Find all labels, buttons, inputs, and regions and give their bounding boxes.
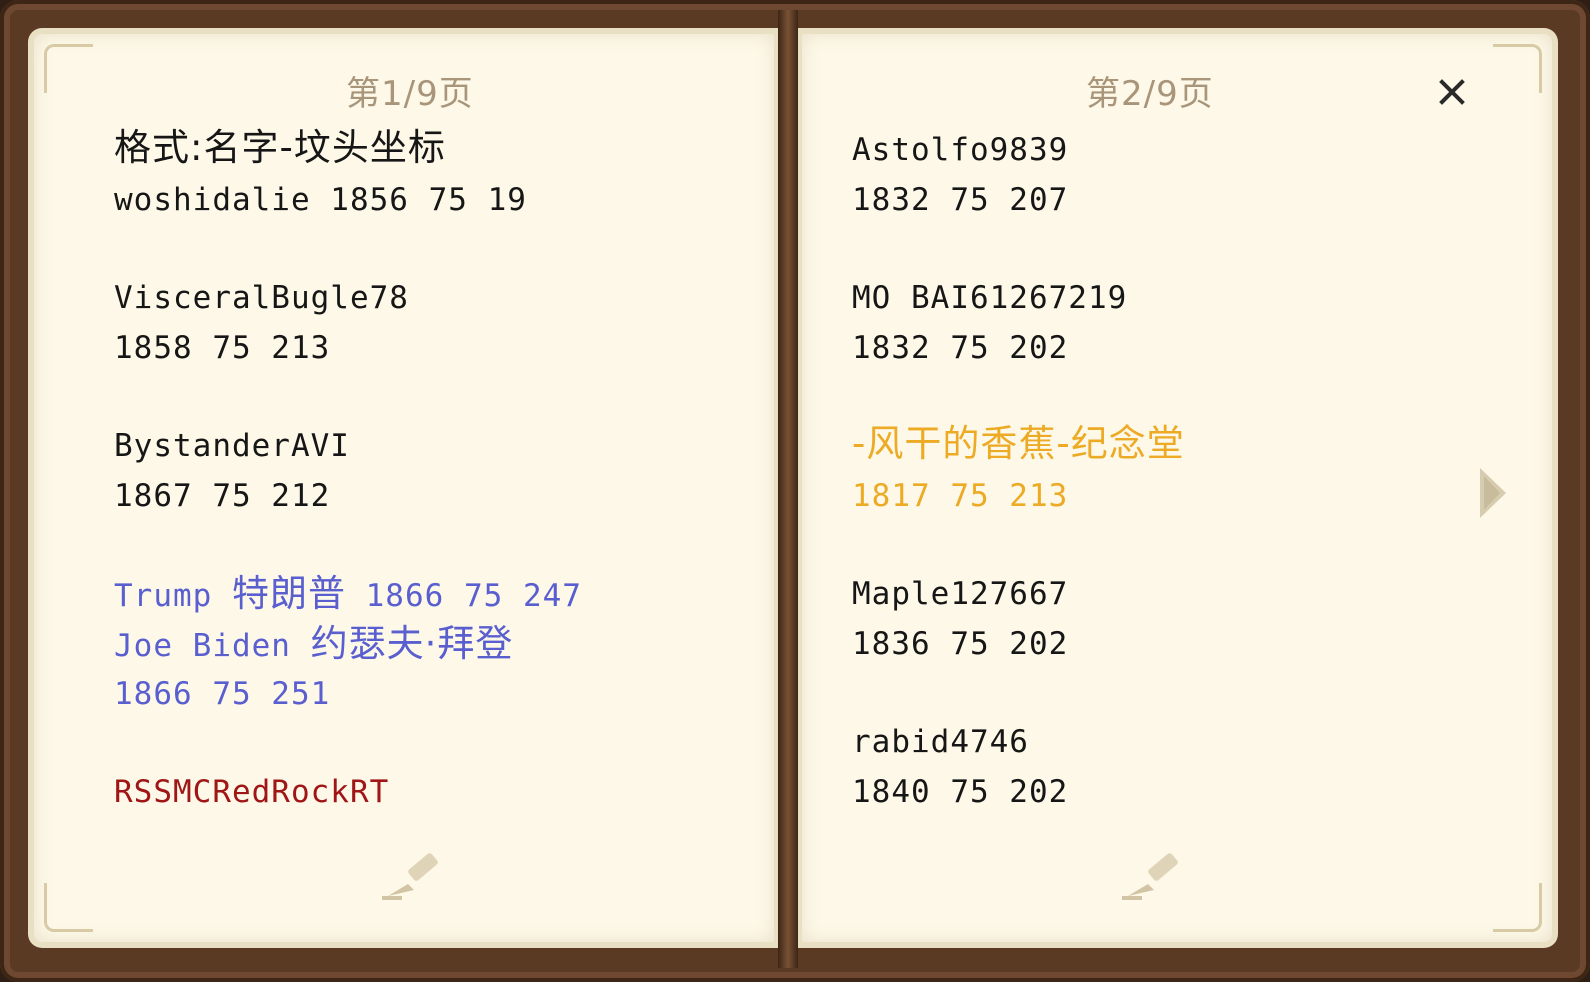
- quill-edit-icon: [382, 853, 438, 900]
- entry-coords: 1817 75 213: [852, 478, 1069, 514]
- entry-name: VisceralBugle78: [114, 280, 409, 316]
- edit-left-page-button[interactable]: [380, 846, 450, 906]
- entry-name: Maple127667: [852, 576, 1069, 612]
- page-corner-ornament: [44, 883, 93, 932]
- entry-coords: 1866 75 251: [114, 676, 331, 712]
- close-button[interactable]: [1432, 72, 1472, 112]
- entry-coords: 1867 75 212: [114, 478, 331, 514]
- entry-name: Astolfo9839: [852, 132, 1069, 168]
- page-corner-ornament: [44, 44, 93, 93]
- page-corner-ornament: [1493, 44, 1542, 93]
- page-corner-ornament: [1493, 883, 1542, 932]
- entry-name-cjk: 约瑟夫·拜登: [310, 622, 514, 665]
- entry-name-latin: Joe Biden: [114, 628, 311, 664]
- entry-coords: 1832 75 207: [852, 182, 1069, 218]
- entry-name: BystanderAVI: [114, 428, 350, 464]
- entry-coords: 1866 75 247: [345, 578, 582, 614]
- book-spine: [778, 10, 798, 968]
- quill-edit-icon: [1122, 853, 1178, 900]
- entry-name-cjk: 特朗普: [231, 572, 346, 615]
- next-page-arrow-icon: [1480, 468, 1506, 518]
- entry-line-blue: Joe Biden 约瑟夫·拜登: [114, 624, 513, 666]
- entry-name-latin: Trump: [114, 578, 232, 614]
- entry-line-blue: Trump 特朗普 1866 75 247: [114, 574, 582, 616]
- page-number-left: 第1/9页: [346, 74, 474, 114]
- next-page-button[interactable]: [1478, 466, 1508, 520]
- entry-name: MO BAI61267219: [852, 280, 1128, 316]
- entry-coords: 1858 75 213: [114, 330, 331, 366]
- format-header: 格式:名字-坟头坐标: [114, 126, 446, 169]
- edit-right-page-button[interactable]: [1120, 846, 1190, 906]
- entry-coords: 1836 75 202: [852, 626, 1069, 662]
- entry-name: RSSMCRedRockRT: [114, 774, 390, 810]
- entry-line: woshidalie 1856 75 19: [114, 182, 527, 218]
- page-number-right: 第2/9页: [1086, 74, 1214, 114]
- entry-coords: 1832 75 202: [852, 330, 1069, 366]
- entry-name: rabid4746: [852, 724, 1029, 760]
- close-icon: [1439, 79, 1465, 105]
- entry-coords: 1840 75 202: [852, 774, 1069, 810]
- entry-name: -风干的香蕉-纪念堂: [852, 422, 1185, 465]
